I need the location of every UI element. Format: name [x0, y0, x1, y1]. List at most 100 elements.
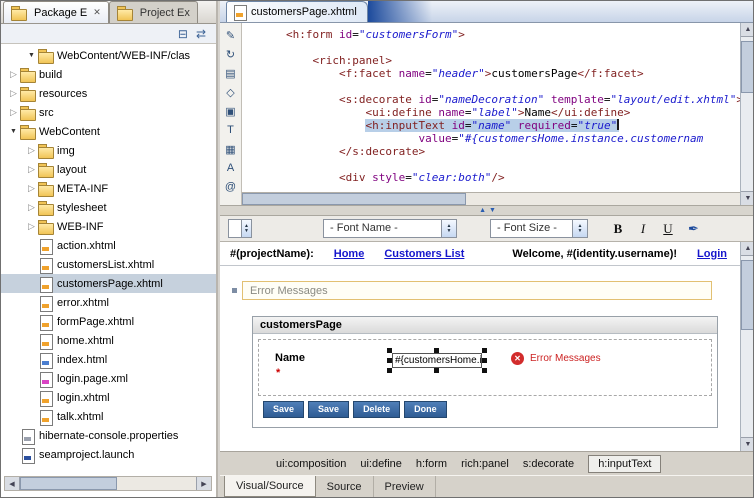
collapse-arrow-icon[interactable]: ▷	[25, 183, 38, 194]
tree-item[interactable]: ▷META-INF	[1, 179, 216, 198]
tree-horizontal-scrollbar[interactable]: ◀ ▶	[4, 476, 212, 491]
font-icon[interactable]: A	[222, 160, 239, 176]
tree-item[interactable]: ▷resources	[1, 84, 216, 103]
scroll-down-icon[interactable]: ▼	[741, 191, 754, 205]
breadcrumb-item-ui-composition[interactable]: ui:composition	[276, 458, 346, 470]
expand-arrow-icon[interactable]: ▼	[25, 52, 38, 59]
breadcrumb-item-h-inputText[interactable]: h:inputText	[588, 455, 661, 473]
global-error-messages-box[interactable]: Error Messages	[242, 281, 712, 300]
source-code-area[interactable]: <h:form id="customersForm"> <rich:panel>…	[242, 23, 740, 192]
customers-page-panel[interactable]: customersPage Name * #{customersHome.ins…	[252, 316, 718, 428]
breadcrumb-item-rich-panel[interactable]: rich:panel	[461, 458, 509, 470]
selection-handle[interactable]	[482, 358, 487, 363]
view-tab-project-ex[interactable]: Project Ex	[109, 1, 198, 23]
scroll-thumb[interactable]	[741, 260, 754, 330]
collapse-all-icon[interactable]: ⊟	[178, 28, 188, 40]
bold-button[interactable]: B	[609, 220, 627, 238]
scroll-left-icon[interactable]: ◀	[5, 477, 20, 490]
splitter-down-icon[interactable]: ▼	[489, 207, 496, 214]
tree-item[interactable]: hibernate-console.properties	[1, 426, 216, 445]
tree-item[interactable]: login.xhtml	[1, 388, 216, 407]
selection-handle[interactable]	[387, 358, 392, 363]
breadcrumb-item-ui-define[interactable]: ui:define	[360, 458, 402, 470]
tree-item[interactable]: seamproject.launch	[1, 445, 216, 464]
breadcrumb-item-h-form[interactable]: h:form	[416, 458, 447, 470]
save-button[interactable]: Save	[263, 401, 304, 418]
scroll-up-icon[interactable]: ▲	[741, 242, 754, 256]
tree-item[interactable]: talk.xhtml	[1, 407, 216, 426]
selection-handle[interactable]	[387, 348, 392, 353]
code-line[interactable]: <h:inputText id="name" required="true"	[286, 119, 740, 132]
link-with-editor-icon[interactable]: ⇄	[196, 28, 206, 40]
code-line[interactable]: <f:facet name="header">customersPage</f:…	[286, 67, 740, 80]
code-line[interactable]: <rich:panel>	[286, 54, 740, 67]
tree-item[interactable]: ▷WEB-INF	[1, 217, 216, 236]
tree-item[interactable]: ▷src	[1, 103, 216, 122]
code-line[interactable]: <ui:define name="label">Name</ui:define>	[286, 106, 740, 119]
code-line[interactable]: <div style="clear:both"/>	[286, 171, 740, 184]
tree-item[interactable]: ▷stylesheet	[1, 198, 216, 217]
delete-button[interactable]: Delete	[353, 401, 400, 418]
combo-spinner-icon[interactable]: ▲▼	[572, 220, 587, 237]
expand-arrow-icon[interactable]: ▼	[7, 128, 20, 135]
code-line[interactable]	[286, 80, 740, 93]
source-vertical-scrollbar[interactable]: ▲ ▼	[740, 23, 754, 205]
scroll-thumb[interactable]	[741, 41, 754, 93]
project-tree[interactable]: ▼WebContent/WEB-INF/clas▷build▷resources…	[1, 44, 216, 473]
tree-item[interactable]: index.html	[1, 350, 216, 369]
tree-item[interactable]: error.xhtml	[1, 293, 216, 312]
font-size-combo[interactable]: - Font Size - ▲▼	[490, 219, 588, 238]
tree-item[interactable]: ▷build	[1, 65, 216, 84]
refresh-icon[interactable]: ↻	[222, 46, 239, 62]
selection-handle[interactable]	[482, 368, 487, 373]
tree-item[interactable]: home.xhtml	[1, 331, 216, 350]
nav-link-login[interactable]: Login	[697, 248, 727, 260]
preferences-icon[interactable]: ✎	[222, 27, 239, 43]
combo-spinner-icon[interactable]: ▲▼	[241, 220, 251, 237]
show-nonvisual-tags-icon[interactable]: ▣	[222, 103, 239, 119]
done-button[interactable]: Done	[404, 401, 447, 418]
italic-button[interactable]: I	[634, 220, 652, 238]
bundle-messages-icon[interactable]: @	[222, 179, 239, 195]
tree-item[interactable]: login.page.xml	[1, 369, 216, 388]
table-icon[interactable]: ▦	[222, 141, 239, 157]
collapse-arrow-icon[interactable]: ▷	[7, 88, 20, 99]
breadcrumb-item-s-decorate[interactable]: s:decorate	[523, 458, 574, 470]
code-line[interactable]: </s:decorate>	[286, 145, 740, 158]
font-name-combo[interactable]: - Font Name - ▲▼	[323, 219, 457, 238]
code-line[interactable]	[286, 158, 740, 171]
tab-source[interactable]: Source	[316, 476, 374, 497]
code-line[interactable]: <h:form id="customersForm">	[286, 28, 740, 41]
scroll-track[interactable]	[741, 256, 754, 437]
scroll-track[interactable]	[741, 37, 754, 191]
tree-item[interactable]: customersPage.xhtml	[1, 274, 216, 293]
code-line[interactable]: value="#{customersHome.instance.customer…	[286, 132, 740, 145]
nav-link-customers-list[interactable]: Customers List	[384, 248, 464, 260]
nav-link-home[interactable]: Home	[334, 248, 365, 260]
combo-spinner-icon[interactable]: ▲▼	[441, 220, 456, 237]
selection-handle[interactable]	[434, 348, 439, 353]
tab-visual-source[interactable]: Visual/Source	[224, 476, 316, 497]
collapse-arrow-icon[interactable]: ▷	[7, 69, 20, 80]
scroll-thumb[interactable]	[20, 477, 117, 490]
source-horizontal-scrollbar[interactable]	[242, 192, 740, 205]
collapse-arrow-icon[interactable]: ▷	[25, 145, 38, 156]
tree-item[interactable]: customersList.xhtml	[1, 255, 216, 274]
code-line[interactable]	[286, 41, 740, 54]
tree-item[interactable]: ▷img	[1, 141, 216, 160]
scroll-track[interactable]	[20, 477, 196, 490]
tree-item[interactable]: ▼WebContent/WEB-INF/clas	[1, 46, 216, 65]
scroll-right-icon[interactable]: ▶	[196, 477, 211, 490]
tree-item[interactable]: ▼WebContent	[1, 122, 216, 141]
highlight-pen-icon[interactable]: ✒	[688, 221, 699, 237]
collapse-arrow-icon[interactable]: ▷	[25, 221, 38, 232]
underline-button[interactable]: U	[659, 220, 677, 238]
code-line[interactable]: <s:decorate id="nameDecoration" template…	[286, 93, 740, 106]
scroll-up-icon[interactable]: ▲	[741, 23, 754, 37]
style-combo[interactable]: ▲▼	[228, 219, 252, 238]
selection-handle[interactable]	[434, 368, 439, 373]
tree-item[interactable]: formPage.xhtml	[1, 312, 216, 331]
name-input-field[interactable]: #{customersHome.instanc	[392, 353, 482, 368]
collapse-arrow-icon[interactable]: ▷	[7, 107, 20, 118]
text-formatting-icon[interactable]: T	[222, 122, 239, 138]
